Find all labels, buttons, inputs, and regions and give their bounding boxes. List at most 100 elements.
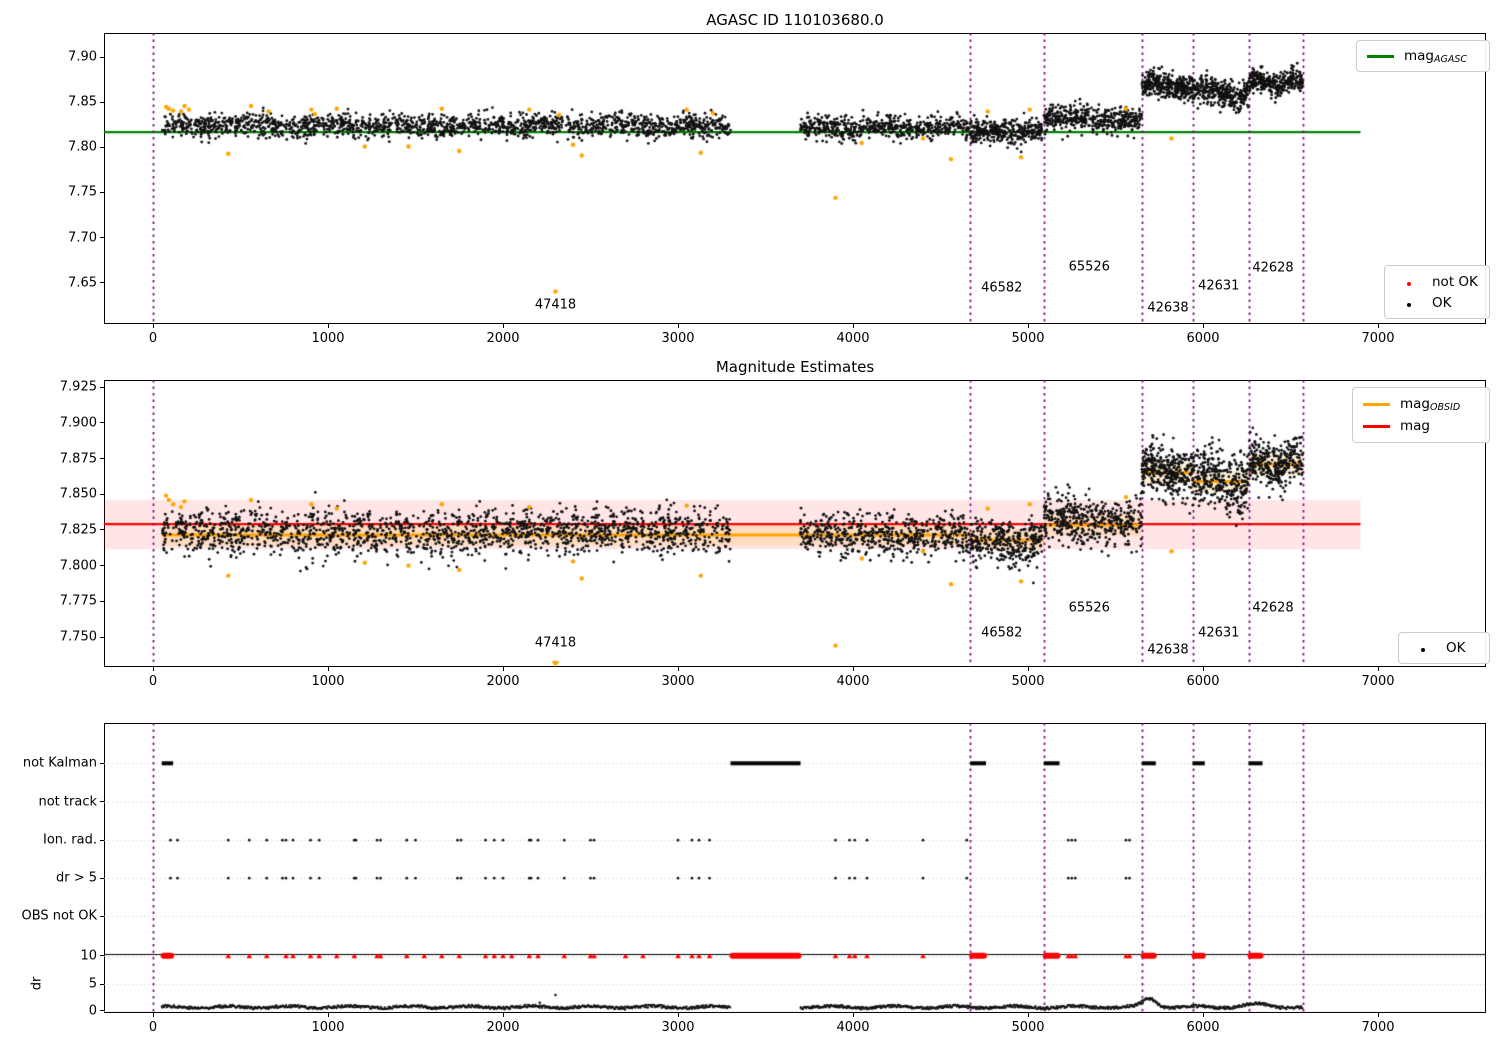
legend-ok-notok: not OK OK (1384, 265, 1490, 319)
legend-label-not-ok: not OK (1432, 273, 1478, 290)
y-tick-mark (100, 600, 104, 602)
ok-dot-sample (1395, 295, 1422, 311)
x-tick-mark (852, 667, 854, 671)
row-label: Ion. rad. (43, 832, 97, 848)
dr-tick-label: 0 (88, 1003, 97, 1019)
obsid-annotation: 65526 (1068, 259, 1110, 275)
y-tick-label: 7.80 (68, 139, 97, 155)
obsid-annotation: 42628 (1252, 600, 1294, 616)
ok-dot-sample-middle (1409, 640, 1436, 656)
x-tick-mark (1377, 324, 1379, 328)
y-tick-mark (100, 529, 104, 531)
mag-line-sample (1363, 424, 1390, 428)
middle-plot-title: Magnitude Estimates (715, 358, 875, 376)
x-tick-label: 7000 (1361, 1020, 1395, 1035)
y-tick-mark (100, 56, 104, 58)
top-plot-title: AGASC ID 110103680.0 (706, 11, 884, 29)
x-tick-mark (327, 1013, 329, 1017)
x-tick-mark (502, 324, 504, 328)
x-tick-label: 0 (148, 674, 158, 689)
x-tick-label: 4000 (836, 331, 870, 346)
legend-label-mag: mag (1400, 418, 1430, 434)
obsid-annotation: 65526 (1068, 600, 1110, 616)
bottom-plot-canvas (104, 723, 1486, 1013)
y-tick-label: 7.800 (59, 558, 97, 574)
y-tick-mark (100, 636, 104, 638)
x-tick-mark (1027, 1013, 1029, 1017)
y-tick-label: 7.925 (59, 379, 97, 395)
y-tick-mark (100, 237, 104, 238)
x-tick-mark (1202, 1013, 1204, 1017)
x-tick-mark (152, 324, 154, 328)
x-tick-mark (152, 1013, 154, 1017)
x-tick-label: 5000 (1011, 1020, 1045, 1035)
row-label: OBS not OK (21, 908, 98, 924)
x-tick-label: 1000 (311, 674, 345, 689)
x-tick-label: 4000 (836, 674, 870, 689)
y-tick-label: 7.75 (68, 184, 97, 200)
obsid-annotation: 42638 (1147, 642, 1189, 658)
y-tick-label: 7.900 (59, 415, 97, 431)
x-tick-label: 1000 (311, 331, 345, 346)
x-tick-mark (677, 667, 679, 671)
y-tick-mark (100, 386, 104, 388)
legend-ok-middle: OK (1398, 632, 1490, 664)
mag-agasc-line-sample (1367, 54, 1394, 58)
middle-plot-canvas (104, 380, 1486, 667)
y-tick-label: 7.825 (59, 522, 97, 538)
x-tick-label: 6000 (1186, 331, 1220, 346)
x-tick-mark (502, 667, 504, 671)
y-tick-label: 7.850 (59, 486, 97, 502)
y-tick-mark (100, 493, 104, 495)
y-tick-label: 7.875 (59, 451, 97, 467)
y-tick-mark (100, 762, 104, 764)
x-tick-label: 2000 (486, 331, 520, 346)
y-tick-mark (100, 983, 104, 985)
obsid-annotation: 47418 (534, 635, 577, 651)
x-tick-label: 3000 (661, 331, 695, 346)
y-tick-mark (100, 565, 104, 567)
x-tick-mark (1377, 1013, 1379, 1017)
y-tick-mark (100, 877, 104, 879)
obsid-annotation: 47418 (534, 297, 577, 313)
legend-label-mag-agasc: magAGASC (1404, 47, 1468, 65)
obsid-annotation: 42631 (1198, 278, 1240, 294)
x-tick-mark (677, 1013, 679, 1017)
x-tick-label: 6000 (1186, 674, 1220, 689)
y-tick-mark (100, 101, 104, 103)
row-label: dr > 5 (55, 870, 97, 886)
y-tick-mark (100, 915, 104, 917)
x-tick-label: 3000 (661, 1020, 695, 1035)
x-tick-mark (152, 667, 154, 671)
x-tick-label: 7000 (1361, 674, 1395, 689)
x-tick-mark (852, 324, 854, 328)
obsid-annotation: 46582 (981, 280, 1023, 296)
dr-tick-label: 10 (80, 948, 97, 964)
x-tick-label: 2000 (486, 1020, 520, 1035)
y-tick-mark (100, 191, 104, 193)
mag-obsid-line-sample (1363, 403, 1390, 406)
x-tick-label: 5000 (1011, 674, 1045, 689)
y-tick-label: 7.90 (68, 49, 97, 65)
y-tick-mark (100, 839, 104, 841)
y-tick-mark (100, 422, 104, 424)
y-tick-mark (100, 1010, 104, 1012)
y-tick-label: 7.750 (59, 629, 97, 645)
obsid-annotation: 46582 (981, 625, 1023, 641)
x-tick-label: 0 (148, 1020, 158, 1035)
x-tick-label: 7000 (1361, 331, 1395, 346)
top-plot-canvas (104, 33, 1486, 324)
legend-mag-obsid-mag: magOBSID mag (1352, 387, 1490, 443)
x-tick-label: 3000 (661, 674, 695, 689)
x-tick-label: 4000 (836, 1020, 870, 1035)
legend-mag-agasc: magAGASC (1356, 40, 1490, 72)
x-tick-label: 1000 (311, 1020, 345, 1035)
obsid-annotation: 42631 (1198, 625, 1240, 641)
legend-label-mag-obsid: magOBSID (1400, 396, 1461, 413)
obsid-annotation: 42628 (1252, 260, 1294, 276)
y-tick-mark (100, 282, 104, 284)
x-tick-mark (502, 1013, 504, 1017)
x-tick-label: 6000 (1186, 1020, 1220, 1035)
y-tick-mark (100, 146, 104, 148)
legend-label-ok-middle: OK (1446, 640, 1466, 656)
